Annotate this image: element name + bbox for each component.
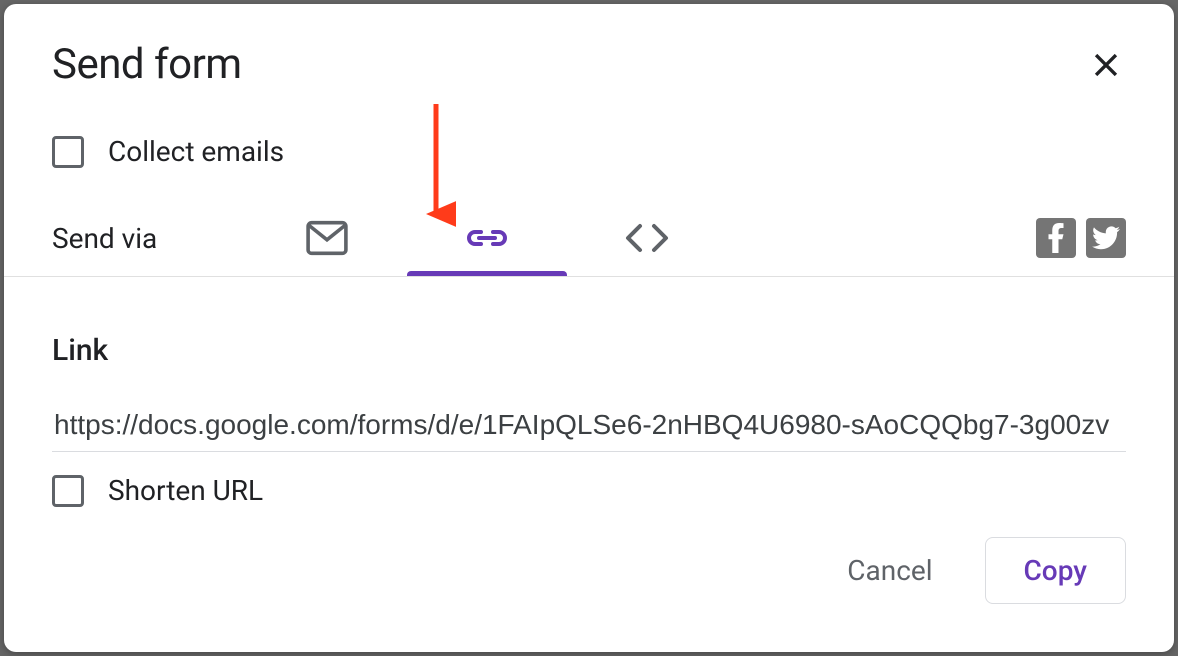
- shorten-url-row: Shorten URL: [52, 474, 1126, 507]
- embed-icon: [622, 222, 672, 254]
- share-url-field[interactable]: [52, 408, 1126, 452]
- send-form-dialog: Send form Collect emails Send via: [4, 4, 1174, 652]
- dialog-title: Send form: [52, 40, 242, 89]
- close-button[interactable]: [1086, 45, 1126, 85]
- email-icon: [305, 220, 349, 256]
- twitter-icon: [1092, 226, 1120, 250]
- annotation-arrow-icon: [416, 104, 456, 234]
- tab-embed[interactable]: [567, 216, 727, 260]
- dialog-header: Send form: [52, 40, 1126, 89]
- shorten-url-label: Shorten URL: [108, 474, 263, 507]
- tab-email[interactable]: [247, 216, 407, 260]
- tab-active-indicator: [407, 271, 567, 276]
- share-facebook-button[interactable]: [1036, 218, 1076, 258]
- dialog-actions: Cancel Copy: [52, 537, 1126, 604]
- tab-link[interactable]: [407, 216, 567, 260]
- collect-emails-checkbox[interactable]: [52, 136, 84, 168]
- link-icon: [463, 225, 511, 251]
- send-via-tabs: [247, 216, 727, 260]
- send-via-row: Send via: [52, 216, 1126, 276]
- link-section: Link Shorten URL Cancel Copy: [52, 277, 1126, 604]
- social-share-group: [1036, 218, 1126, 258]
- collect-emails-label: Collect emails: [108, 135, 284, 168]
- collect-emails-row: Collect emails: [52, 135, 1126, 168]
- share-twitter-button[interactable]: [1086, 218, 1126, 258]
- facebook-icon: [1047, 223, 1065, 253]
- link-heading: Link: [52, 333, 1126, 368]
- send-via-label: Send via: [52, 222, 157, 255]
- cancel-button[interactable]: Cancel: [823, 538, 956, 603]
- copy-button[interactable]: Copy: [985, 537, 1126, 604]
- shorten-url-checkbox[interactable]: [52, 475, 84, 507]
- close-icon: [1089, 48, 1123, 82]
